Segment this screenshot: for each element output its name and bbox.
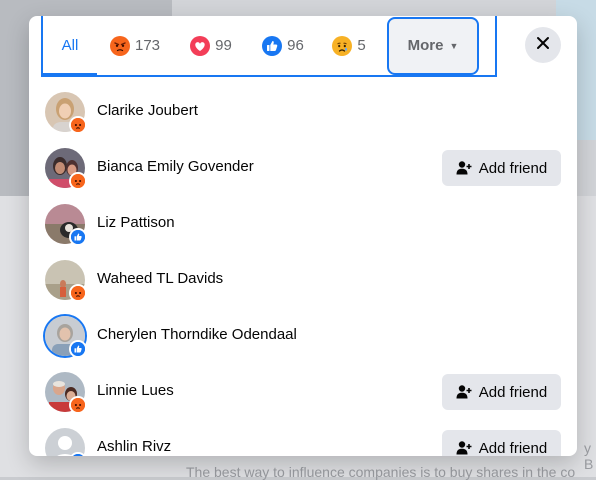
sad-count: 5 <box>357 37 366 54</box>
close-icon <box>536 36 550 55</box>
reactions-dialog: All 173 99 96 5 More ▼ Clarike Joubert B… <box>29 16 577 456</box>
add-friend-label: Add friend <box>478 439 548 457</box>
list-item: Clarike Joubert <box>29 84 577 140</box>
like-icon <box>69 340 87 358</box>
more-tab-button[interactable]: More ▼ <box>387 16 479 75</box>
reactor-name[interactable]: Ashlin Rivz <box>97 438 171 455</box>
list-item: Ashlin Rivz Add friend <box>29 420 577 456</box>
avatar[interactable] <box>45 316 87 358</box>
reactor-name[interactable]: Cherylen Thorndike Odendaal <box>97 326 297 343</box>
list-item: Waheed TL Davids <box>29 252 577 308</box>
angry-icon <box>69 284 87 302</box>
tab-love[interactable]: 99 <box>173 16 249 75</box>
reactor-name[interactable]: Clarike Joubert <box>97 102 198 119</box>
reactor-name[interactable]: Bianca Emily Govender <box>97 158 254 175</box>
reactor-name[interactable]: Linnie Lues <box>97 382 174 399</box>
tab-all[interactable]: All <box>43 16 97 76</box>
sad-icon <box>332 35 353 56</box>
reactor-list: Clarike Joubert Bianca Emily Govender Ad… <box>29 84 577 456</box>
avatar[interactable] <box>45 148 87 190</box>
avatar[interactable] <box>45 92 87 134</box>
list-item: Linnie Lues Add friend <box>29 364 577 420</box>
avatar[interactable] <box>45 260 87 302</box>
list-item: Liz Pattison <box>29 196 577 252</box>
list-item: Cherylen Thorndike Odendaal <box>29 308 577 364</box>
love-count: 99 <box>215 37 232 54</box>
background-post-text: The best way to influence companies is t… <box>186 464 576 480</box>
love-icon <box>190 35 211 56</box>
like-count: 96 <box>287 37 304 54</box>
tab-all-label: All <box>61 37 79 54</box>
add-friend-label: Add friend <box>478 159 548 177</box>
tab-like[interactable]: 96 <box>249 16 317 75</box>
avatar[interactable] <box>45 204 87 246</box>
close-button[interactable] <box>525 27 561 63</box>
like-icon <box>69 228 87 246</box>
add-friend-button[interactable]: Add friend <box>442 150 561 186</box>
avatar[interactable] <box>45 428 87 456</box>
like-icon <box>262 35 283 56</box>
add-friend-label: Add friend <box>478 383 548 401</box>
reactor-name[interactable]: Waheed TL Davids <box>97 270 223 287</box>
background-side-text: y B <box>584 440 594 472</box>
angry-icon <box>109 35 130 56</box>
angry-icon <box>69 172 87 190</box>
add-person-icon <box>456 385 472 399</box>
tab-angry[interactable]: 173 <box>97 16 173 75</box>
avatar[interactable] <box>45 372 87 414</box>
add-person-icon <box>456 161 472 175</box>
angry-icon <box>69 116 87 134</box>
reactor-name[interactable]: Liz Pattison <box>97 214 175 231</box>
add-friend-button[interactable]: Add friend <box>442 374 561 410</box>
tab-sad[interactable]: 5 <box>317 16 381 75</box>
angry-icon <box>69 396 87 414</box>
add-friend-button[interactable]: Add friend <box>442 430 561 456</box>
more-label: More <box>407 37 444 54</box>
list-item: Bianca Emily Govender Add friend <box>29 140 577 196</box>
reaction-tabs: All 173 99 96 5 More ▼ <box>41 16 497 77</box>
add-person-icon <box>456 441 472 455</box>
caret-down-icon: ▼ <box>449 40 459 51</box>
angry-count: 173 <box>134 37 161 54</box>
